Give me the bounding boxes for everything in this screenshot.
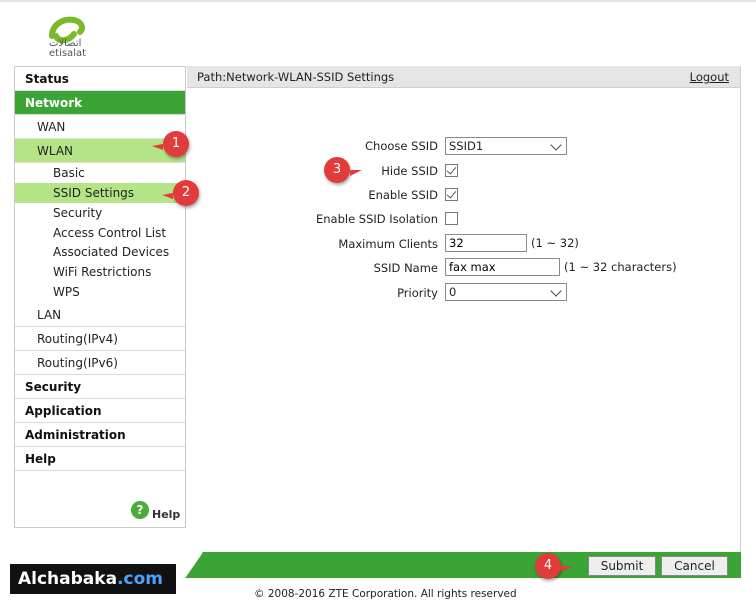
watermark-tld: .com	[117, 569, 163, 589]
watermark-name: Alchabaka	[18, 569, 118, 589]
annotation-pointers	[152, 144, 573, 572]
site-watermark: Alchabaka.com	[10, 564, 176, 594]
